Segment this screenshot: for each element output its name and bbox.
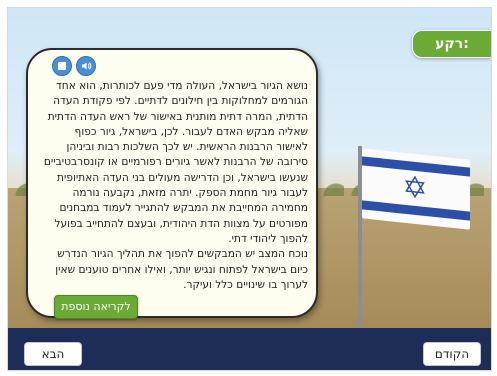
paragraph-1: נושא הגיור בישראל, העולה מדי פעם לכותרות…: [43, 80, 308, 245]
app-frame: ✡ רקע: נושא הגיור בישראל, העולה מדי פעם …: [7, 7, 492, 371]
media-controls: [52, 56, 96, 76]
next-button[interactable]: הבא: [24, 342, 82, 366]
navigation-bar: הבא הקודם: [8, 328, 491, 370]
stop-icon[interactable]: [52, 56, 72, 76]
content-card: נושא הגיור בישראל, העולה מדי פעם לכותרות…: [26, 48, 318, 319]
star-of-david-icon: ✡: [402, 169, 428, 208]
audio-icon[interactable]: [76, 56, 96, 76]
previous-button[interactable]: הקודם: [423, 342, 481, 366]
israel-flag-image: ✡: [362, 148, 470, 230]
body-text: נושא הגיור בישראל, העולה מדי פעם לכותרות…: [40, 79, 308, 293]
section-tag: רקע:: [412, 30, 491, 58]
background-scene: ✡ רקע: נושא הגיור בישראל, העולה מדי פעם …: [8, 8, 491, 328]
read-more-button[interactable]: לקריאה נוספת: [54, 295, 138, 319]
paragraph-2: נוכח המצב יש המבקשים להפוך את תהליך הגיו…: [55, 248, 308, 291]
